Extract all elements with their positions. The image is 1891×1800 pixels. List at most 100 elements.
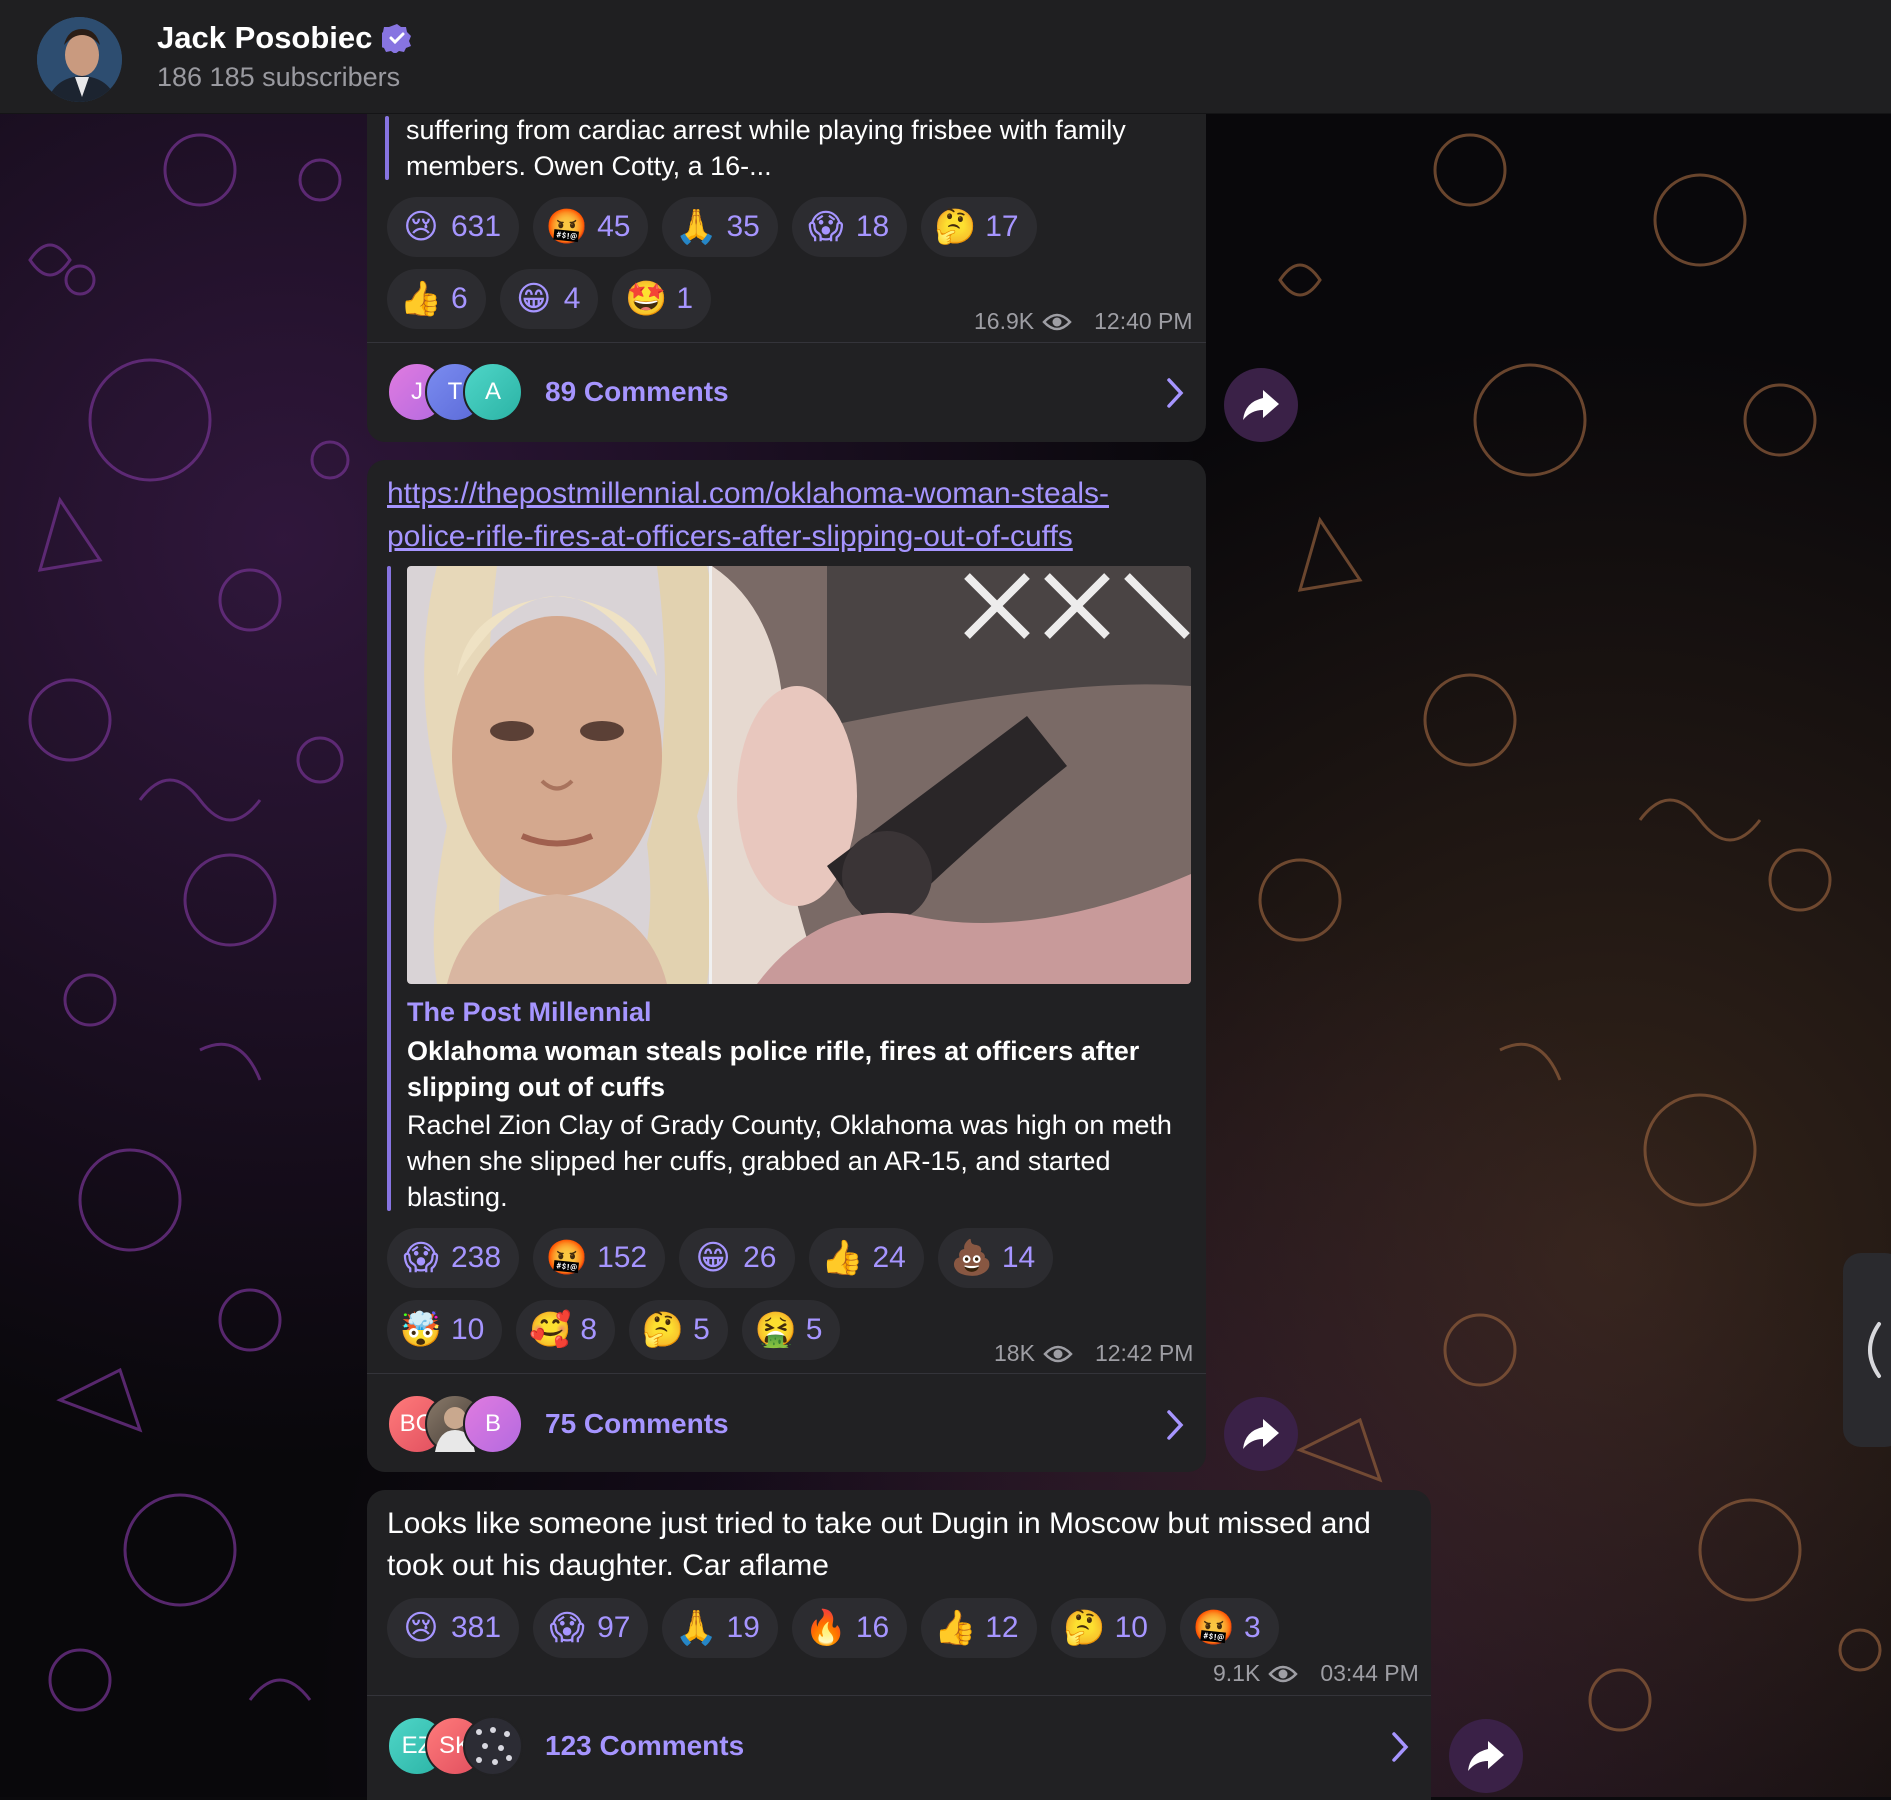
reaction-count: 45 [597, 210, 631, 243]
channel-header[interactable]: Jack Posobiec 186 185 subscribers [0, 0, 1891, 114]
share-arrow-icon [1243, 1419, 1279, 1449]
reaction-count: 631 [451, 210, 502, 243]
star-struck-emoji-icon: 🤩 [625, 280, 668, 318]
reaction-chip[interactable]: 👍 24 [808, 1228, 924, 1288]
reaction-chip[interactable]: 🤮 5 [741, 1300, 841, 1360]
reaction-chip[interactable]: 🤯 10 [387, 1300, 503, 1360]
reaction-chip[interactable]: 🙏 19 [662, 1598, 778, 1658]
post-time: 12:42 PM [1094, 1340, 1194, 1366]
share-button[interactable] [1224, 368, 1298, 442]
reaction-count: 35 [726, 210, 760, 243]
reaction-count: 6 [451, 282, 468, 315]
reaction-chip[interactable]: 😁 26 [679, 1228, 795, 1288]
reactions-row: 👍 6 😁 4 🤩 1 [387, 269, 712, 329]
commenter-avatar: B [463, 1394, 523, 1454]
reactions-row: 😱 238 🤬 152 😁 26 👍 24 💩 14 [387, 1228, 1054, 1288]
comments-count: 123 Comments [545, 1730, 745, 1761]
reaction-chip[interactable]: 🙏 35 [662, 197, 778, 257]
thumbs-up-emoji-icon: 👍 [934, 1609, 977, 1647]
channel-avatar[interactable] [37, 17, 122, 102]
reaction-chip[interactable]: 🤔 10 [1050, 1598, 1166, 1658]
reaction-chip[interactable]: 🥰 8 [516, 1300, 616, 1360]
thumbs-up-emoji-icon: 👍 [821, 1239, 864, 1277]
poop-emoji-icon: 💩 [950, 1239, 994, 1277]
chevron-right-icon[interactable] [1390, 1731, 1410, 1763]
fire-emoji-icon: 🔥 [804, 1609, 847, 1647]
reaction-count: 12 [985, 1611, 1019, 1644]
crying-emoji-icon: 😢 [403, 208, 439, 246]
message-meta: 18K 12:42 PM [994, 1340, 1193, 1367]
cursing-emoji-icon: 🤬 [1192, 1609, 1236, 1647]
divider [367, 1373, 1206, 1374]
reaction-chip[interactable]: 💩 14 [937, 1228, 1054, 1288]
share-button[interactable] [1224, 1397, 1298, 1471]
reaction-chip[interactable]: 😱 238 [387, 1228, 520, 1288]
comments-button[interactable]: BG B 75 Comments [387, 1394, 729, 1454]
commenter-avatar: A [463, 362, 523, 422]
view-count: 9.1K [1213, 1660, 1261, 1686]
exploding-head-emoji-icon: 🤯 [399, 1311, 443, 1349]
cursing-emoji-icon: 🤬 [545, 1239, 589, 1277]
side-panel-toggle[interactable] [1843, 1253, 1891, 1447]
comments-button[interactable]: J T A 89 Comments [387, 362, 729, 422]
thinking-emoji-icon: 🤔 [641, 1311, 685, 1349]
post-time: 03:44 PM [1320, 1660, 1419, 1686]
comments-button[interactable]: EZ SK 123 Comments [387, 1716, 744, 1776]
article-link[interactable]: https://thepostmillennial.com/oklahoma-w… [387, 472, 1187, 558]
preview-description: Rachel Zion Clay of Grady County, Oklaho… [407, 1110, 1172, 1212]
reaction-chip[interactable]: 👍 6 [387, 269, 486, 329]
preview-site-name: The Post Millennial [407, 997, 652, 1027]
message-text: suffering from cardiac arrest while play… [406, 115, 1126, 181]
view-count: 18K [994, 1340, 1035, 1366]
share-arrow-icon [1243, 390, 1279, 420]
divider [367, 1695, 1431, 1696]
reaction-count: 5 [805, 1313, 823, 1346]
screaming-emoji-icon: 😱 [403, 1239, 439, 1277]
channel-name: Jack Posobiec [157, 20, 373, 55]
reaction-chip[interactable]: 🤔 5 [629, 1300, 728, 1360]
reaction-count: 1 [676, 282, 694, 315]
reaction-count: 19 [726, 1611, 760, 1644]
reactions-row: 🤯 10 🥰 8 🤔 5 🤮 5 [387, 1300, 841, 1360]
reaction-count: 17 [985, 210, 1019, 243]
chevron-right-icon[interactable] [1165, 1409, 1185, 1441]
link-line: https://thepostmillennial.com/oklahoma-w… [387, 477, 1109, 510]
reactions-row: 😢 381 😱 97 🙏 19 🔥 16 👍 12 🤔 10 🤬 3 [387, 1598, 1279, 1658]
eye-icon [1042, 313, 1072, 330]
reaction-chip[interactable]: 😢 381 [387, 1598, 520, 1658]
reaction-chip[interactable]: 😱 97 [533, 1598, 649, 1658]
cursing-emoji-icon: 🤬 [545, 208, 589, 246]
praying-hands-emoji-icon: 🙏 [675, 1609, 718, 1647]
reaction-chip[interactable]: 🤔 17 [921, 197, 1037, 257]
reaction-chip[interactable]: 🤬 152 [533, 1228, 666, 1288]
share-button[interactable] [1449, 1719, 1523, 1793]
reaction-chip[interactable]: 😢 631 [387, 197, 520, 257]
chevron-right-icon[interactable] [1165, 377, 1185, 409]
reaction-count: 10 [451, 1313, 485, 1346]
reaction-count: 8 [580, 1313, 598, 1346]
reaction-chip[interactable]: 🤬 45 [533, 197, 649, 257]
quote-bar [385, 116, 389, 180]
reaction-chip[interactable]: 🔥 16 [791, 1598, 908, 1658]
article-preview-image[interactable] [407, 566, 1191, 984]
thumbs-up-emoji-icon: 👍 [399, 280, 443, 318]
reaction-count: 4 [563, 282, 581, 315]
channel-title: Jack Posobiec [157, 20, 412, 56]
screaming-emoji-icon: 😱 [549, 1609, 585, 1647]
reaction-chip[interactable]: 🤩 1 [612, 269, 712, 329]
chevron-left-icon [1868, 1322, 1881, 1378]
reaction-count: 5 [693, 1313, 710, 1346]
reaction-chip[interactable]: 😁 4 [499, 269, 599, 329]
reaction-chip[interactable]: 😱 18 [791, 197, 908, 257]
view-count: 16.9K [974, 308, 1035, 334]
comments-count: 89 Comments [545, 376, 729, 407]
reaction-count: 10 [1114, 1611, 1148, 1644]
reaction-count: 24 [872, 1241, 906, 1274]
verified-icon [382, 24, 412, 53]
reaction-chip[interactable]: 🤬 3 [1179, 1598, 1279, 1658]
reaction-chip[interactable]: 👍 12 [921, 1598, 1037, 1658]
smiling-hearts-emoji-icon: 🥰 [529, 1311, 572, 1349]
eye-icon [1043, 1345, 1073, 1362]
post-time: 12:40 PM [1094, 308, 1193, 334]
reaction-count: 18 [855, 210, 890, 243]
